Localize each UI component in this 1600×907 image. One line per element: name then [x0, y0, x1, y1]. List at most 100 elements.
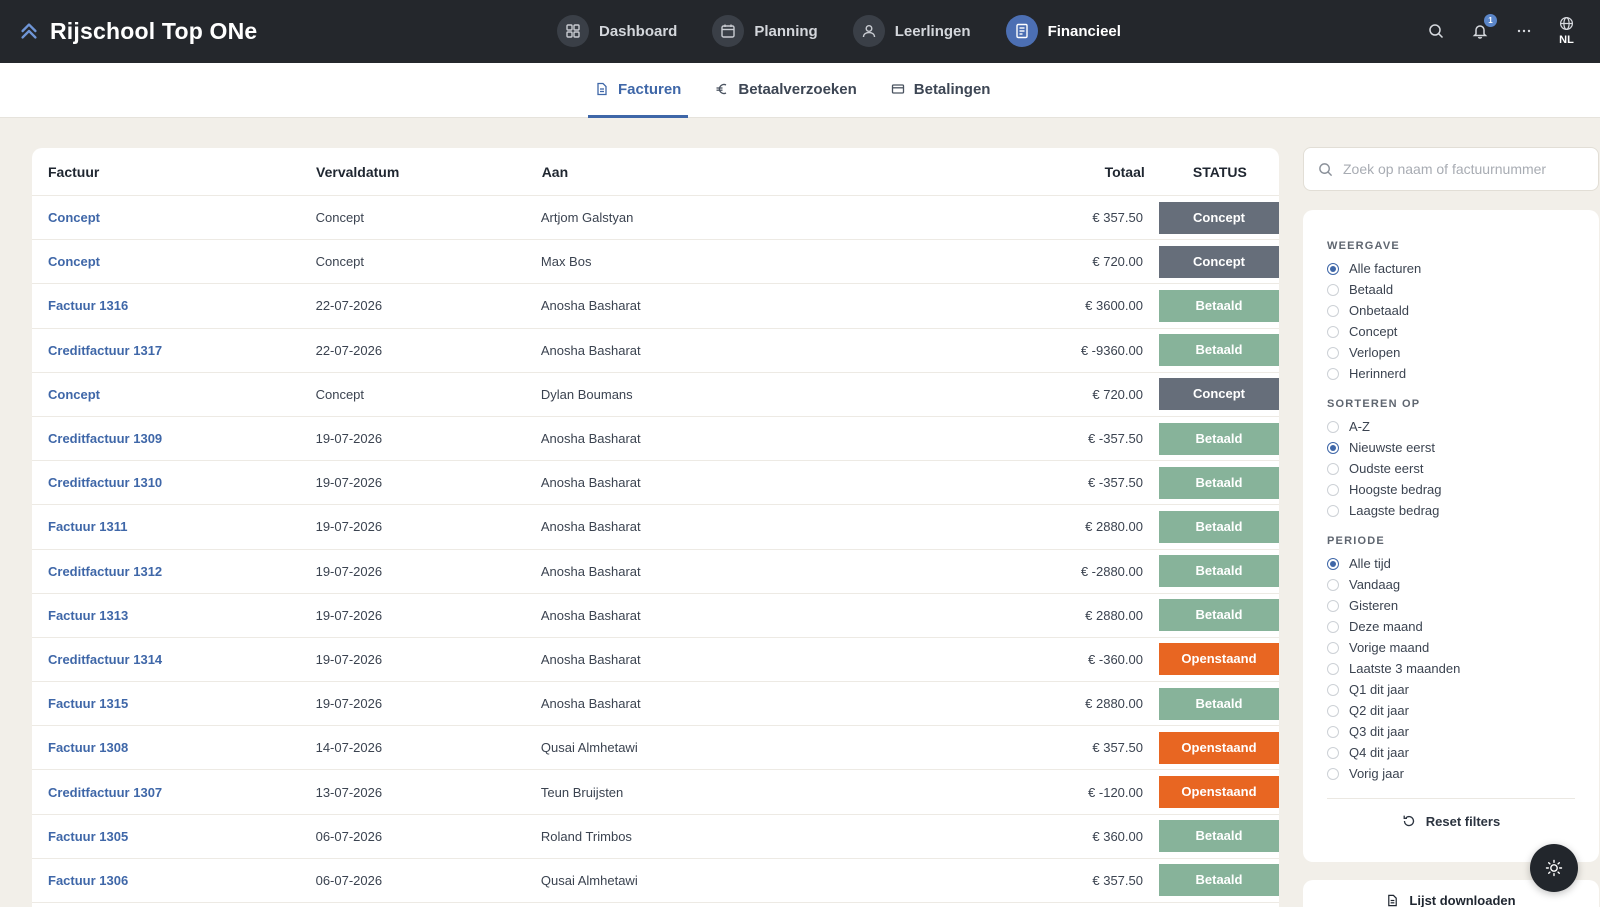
filter-option[interactable]: Q4 dit jaar	[1327, 742, 1575, 763]
tab-betaalverzoeken[interactable]: Betaalverzoeken	[708, 63, 863, 118]
nav-financieel[interactable]: Financieel	[1005, 15, 1121, 47]
radio-button[interactable]	[1327, 283, 1339, 296]
invoice-link[interactable]: Creditfactuur 1307	[32, 785, 316, 800]
radio-button[interactable]	[1327, 557, 1339, 570]
radio-button[interactable]	[1327, 441, 1339, 454]
invoice-link[interactable]: Concept	[32, 387, 316, 402]
filter-option[interactable]: Nieuwste eerst	[1327, 437, 1575, 458]
reset-filters-button[interactable]: Reset filters	[1327, 799, 1575, 843]
table-row[interactable]: Factuur 1316 22-07-2026 Anosha Basharat € 3…	[32, 284, 1279, 329]
search-button[interactable]	[1427, 22, 1445, 40]
table-row[interactable]: Creditfactuur 1310 19-07-2026 Anosha Basha…	[32, 461, 1279, 506]
radio-button[interactable]	[1327, 304, 1339, 317]
filter-option[interactable]: Betaald	[1327, 279, 1575, 300]
filter-option[interactable]: Laagste bedrag	[1327, 500, 1575, 521]
total-amount: € 3600.00	[1085, 298, 1143, 314]
reset-icon	[1403, 815, 1414, 827]
table-row[interactable]: Creditfactuur 1317 22-07-2026 Anosha Basha…	[32, 329, 1279, 373]
radio-button[interactable]	[1327, 767, 1339, 780]
filter-option[interactable]: Q3 dit jaar	[1327, 721, 1575, 742]
column-header-vervaldatum[interactable]: Vervaldatum	[316, 164, 542, 180]
table-row[interactable]: Concept Concept Max Bos € 720.00 Concept	[32, 240, 1279, 285]
filter-option[interactable]: Q1 dit jaar	[1327, 679, 1575, 700]
radio-button[interactable]	[1327, 641, 1339, 654]
tab-facturen[interactable]: Facturen	[588, 63, 689, 118]
radio-button[interactable]	[1327, 620, 1339, 633]
nav-leerlingen[interactable]: Leerlingen	[852, 15, 971, 47]
column-header-aan[interactable]: Aan	[542, 164, 867, 180]
radio-button[interactable]	[1327, 683, 1339, 696]
invoice-link[interactable]: Factuur 1305	[32, 829, 316, 844]
invoice-link[interactable]: Concept	[32, 254, 316, 269]
column-header-totaal[interactable]: Totaal	[867, 164, 1161, 180]
invoice-link[interactable]: Factuur 1308	[32, 740, 316, 755]
filter-option[interactable]: Verlopen	[1327, 342, 1575, 363]
filter-option-label: Laatste 3 maanden	[1349, 661, 1461, 676]
radio-button[interactable]	[1327, 346, 1339, 359]
table-row[interactable]: Factuur 1306 06-07-2026 Qusai Almhetawi € 3…	[32, 859, 1279, 903]
filter-option[interactable]: Vandaag	[1327, 574, 1575, 595]
due-date: 19-07-2026	[315, 475, 383, 491]
radio-button[interactable]	[1327, 599, 1339, 612]
invoice-link[interactable]: Factuur 1306	[32, 873, 316, 888]
invoice-link[interactable]: Creditfactuur 1312	[32, 564, 316, 579]
table-row[interactable]: Factuur 1308 14-07-2026 Qusai Almhetawi € 3…	[32, 726, 1279, 771]
filter-option[interactable]: Deze maand	[1327, 616, 1575, 637]
notifications-button[interactable]: 1	[1471, 14, 1497, 40]
radio-button[interactable]	[1327, 578, 1339, 591]
brand[interactable]: Rijschool Top ONe	[18, 14, 257, 48]
table-row[interactable]: Concept Concept Artjom Galstyan € 357.50 Con…	[32, 196, 1279, 241]
column-header-status[interactable]: STATUS	[1161, 164, 1279, 180]
invoice-link[interactable]: Factuur 1313	[32, 608, 316, 623]
radio-button[interactable]	[1327, 704, 1339, 717]
filter-option[interactable]: Gisteren	[1327, 595, 1575, 616]
table-row[interactable]: Factuur 1305 06-07-2026 Roland Trimbos € 36…	[32, 815, 1279, 859]
invoice-link[interactable]: Creditfactuur 1309	[32, 431, 316, 446]
more-button[interactable]	[1515, 22, 1533, 40]
invoice-link[interactable]: Creditfactuur 1317	[32, 343, 316, 358]
table-row[interactable]: Creditfactuur 1312 19-07-2026 Anosha Basha…	[32, 550, 1279, 594]
nav-dashboard[interactable]: Dashboard	[557, 15, 677, 47]
column-header-factuur[interactable]: Factuur	[32, 164, 316, 180]
table-row[interactable]: Creditfactuur 1314 19-07-2026 Anosha Basha…	[32, 638, 1279, 683]
radio-button[interactable]	[1327, 662, 1339, 675]
filter-option[interactable]: Q2 dit jaar	[1327, 700, 1575, 721]
invoice-link[interactable]: Factuur 1316	[32, 298, 316, 313]
radio-button[interactable]	[1327, 262, 1339, 275]
tab-betalingen[interactable]: Betalingen	[884, 63, 998, 118]
filter-option[interactable]: Vorig jaar	[1327, 763, 1575, 784]
theme-toggle-button[interactable]	[1530, 844, 1578, 892]
table-row[interactable]: Factuur 1311 19-07-2026 Anosha Basharat € 2…	[32, 505, 1279, 550]
invoice-link[interactable]: Factuur 1315	[32, 696, 316, 711]
filter-option[interactable]: Laatste 3 maanden	[1327, 658, 1575, 679]
radio-button[interactable]	[1327, 504, 1339, 517]
invoice-link[interactable]: Concept	[32, 210, 316, 225]
table-row[interactable]: Factuur 1313 19-07-2026 Anosha Basharat € 2…	[32, 594, 1279, 638]
table-row[interactable]: Concept Concept Dylan Boumans € 720.00 Conce…	[32, 373, 1279, 417]
filter-option[interactable]: A-Z	[1327, 416, 1575, 437]
radio-button[interactable]	[1327, 725, 1339, 738]
radio-button[interactable]	[1327, 420, 1339, 433]
filter-option[interactable]: Herinnerd	[1327, 363, 1575, 384]
language-switch[interactable]: NL	[1559, 16, 1574, 46]
search-input[interactable]	[1343, 161, 1583, 177]
table-row[interactable]: Factuur 1315 19-07-2026 Anosha Basharat € 2…	[32, 682, 1279, 727]
radio-button[interactable]	[1327, 325, 1339, 338]
filter-option[interactable]: Concept	[1327, 321, 1575, 342]
radio-button[interactable]	[1327, 746, 1339, 759]
filter-option[interactable]: Alle tijd	[1327, 553, 1575, 574]
invoice-link[interactable]: Creditfactuur 1314	[32, 652, 316, 667]
filter-option[interactable]: Oudste eerst	[1327, 458, 1575, 479]
radio-button[interactable]	[1327, 367, 1339, 380]
table-row[interactable]: Creditfactuur 1307 13-07-2026 Teun Bruijst…	[32, 770, 1279, 815]
radio-button[interactable]	[1327, 462, 1339, 475]
table-row[interactable]: Creditfactuur 1309 19-07-2026 Anosha Basha…	[32, 417, 1279, 462]
filter-option[interactable]: Onbetaald	[1327, 300, 1575, 321]
filter-option[interactable]: Hoogste bedrag	[1327, 479, 1575, 500]
invoice-link[interactable]: Factuur 1311	[32, 519, 316, 534]
filter-option[interactable]: Vorige maand	[1327, 637, 1575, 658]
radio-button[interactable]	[1327, 483, 1339, 496]
invoice-link[interactable]: Creditfactuur 1310	[32, 475, 316, 490]
filter-option[interactable]: Alle facturen	[1327, 258, 1575, 279]
nav-planning[interactable]: Planning	[712, 15, 818, 47]
